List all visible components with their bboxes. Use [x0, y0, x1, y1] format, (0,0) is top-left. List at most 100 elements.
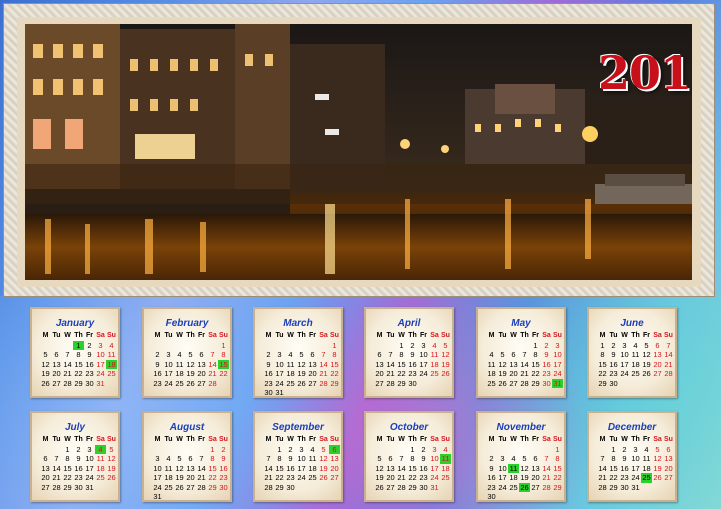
day-cell: 3 [622, 340, 627, 350]
weekday-label: Su [219, 436, 228, 443]
day-cell: 30 [85, 378, 94, 388]
day-cell: 9 [622, 454, 627, 463]
day-cell: 2 [421, 444, 426, 454]
day-cell: 28 [197, 482, 206, 492]
day-cell [374, 445, 385, 455]
day-cell: 12 [642, 350, 651, 359]
weekday-label: Tu [52, 332, 61, 339]
day-cell: 5 [443, 340, 448, 350]
day-cell: 17 [85, 463, 94, 473]
day-cell: 1 [277, 444, 282, 454]
weekday-label: M [599, 332, 606, 339]
weekday-label: Th [297, 436, 306, 443]
day-cell: 7 [65, 350, 70, 359]
day-cell: 3 [98, 340, 103, 350]
day-cell: 6 [329, 444, 340, 454]
day-cell: 20 [52, 369, 61, 378]
day-cell: 18 [631, 359, 640, 369]
weekday-label: Fr [309, 332, 316, 339]
day-cell: 16 [620, 463, 629, 473]
weekday-label: M [42, 436, 49, 443]
day-cell: 30 [609, 378, 618, 388]
day-cell [285, 341, 296, 351]
day-cell: 23 [153, 378, 162, 388]
day-cell [497, 445, 508, 455]
day-cell: 19 [520, 473, 529, 482]
day-cell: 28 [63, 378, 72, 388]
day-cell [385, 341, 396, 351]
day-cell: 2 [410, 340, 415, 350]
day-cell: 30 [74, 482, 83, 492]
day-cell: 26 [498, 378, 507, 388]
day-cell: 1 [65, 444, 70, 454]
day-cell: 21 [52, 473, 61, 482]
day-cell: 27 [41, 482, 50, 492]
day-cell: 14 [664, 350, 673, 359]
day-cell: 1 [555, 444, 560, 454]
day-cell: 16 [609, 359, 618, 369]
day-cell: 19 [375, 473, 384, 482]
day-cell: 27 [664, 473, 673, 482]
day-cell: 7 [522, 350, 527, 359]
month-card-february: February M Tu W Th Fr Sa Su 1 2 3 4 5 6 7 8 9 10 11 12 13 14 1… [142, 307, 232, 398]
weekday-label: Sa [542, 332, 551, 339]
day-cell: 16 [264, 369, 273, 378]
day-cell [207, 341, 218, 351]
day-cell: 16 [408, 359, 417, 369]
day-cell: 4 [633, 340, 638, 350]
day-cell: 23 [264, 378, 273, 388]
weekday-label: M [488, 436, 495, 443]
day-cell: 17 [498, 473, 507, 482]
day-grid: 1 2 3 4 5 6 7 8 9 10 11 12 13 14 15 16 17 18 19 20 21 22 23 24 2… [40, 340, 118, 389]
photo-mat: 2015 [17, 17, 701, 287]
day-cell: 27 [531, 482, 540, 492]
day-cell: 9 [155, 359, 160, 369]
day-cell: 3 [432, 444, 437, 454]
weekday-label: W [287, 436, 294, 443]
day-cell: 3 [555, 340, 560, 350]
day-cell [40, 445, 51, 455]
day-grid: 1 2 3 4 5 6 7 8 9 10 11 12 13 14 15 16 17 18 19 20 21 22 23 24 2… [152, 445, 230, 502]
day-cell: 29 [397, 378, 406, 388]
day-cell: 26 [186, 378, 195, 388]
day-cell: 29 [208, 482, 217, 492]
weekday-label: M [265, 436, 272, 443]
weekday-header: M Tu W Th Fr Sa Su [263, 435, 341, 445]
day-cell: 20 [330, 463, 339, 473]
day-cell [519, 445, 530, 455]
day-cell: 1 [221, 340, 226, 350]
day-cell: 30 [286, 482, 295, 492]
month-name: March [283, 318, 313, 329]
day-cell: 27 [308, 378, 317, 388]
weekday-label: Sa [430, 436, 439, 443]
day-cell: 30 [542, 378, 551, 388]
day-cell [307, 483, 318, 493]
day-cell: 15 [330, 359, 339, 369]
day-cell: 12 [175, 463, 184, 473]
weekday-label: Su [553, 436, 562, 443]
weekday-label: Fr [86, 436, 93, 443]
weekday-label: Tu [498, 436, 507, 443]
day-cell: 11 [642, 454, 651, 463]
day-cell: 6 [511, 350, 516, 359]
day-cell: 18 [286, 369, 295, 378]
day-cell: 9 [611, 350, 616, 359]
day-cell [652, 379, 663, 389]
day-cell: 19 [498, 369, 507, 378]
day-cell: 16 [85, 359, 94, 369]
day-cell: 1 [399, 340, 404, 350]
day-cell [652, 483, 663, 493]
day-cell: 5 [43, 350, 48, 359]
day-grid: 1 2 3 4 5 6 7 8 9 10 11 12 13 14 15 16 17 18 19 20 21 22 23 24 2… [597, 445, 675, 493]
day-cell: 19 [642, 359, 651, 369]
day-cell: 8 [210, 454, 215, 463]
day-cell: 25 [631, 369, 640, 378]
day-cell: 1 [410, 444, 415, 454]
day-cell: 28 [264, 482, 273, 492]
day-cell: 22 [408, 473, 417, 482]
day-cell [519, 492, 530, 502]
day-cell: 22 [275, 473, 284, 482]
weekday-label: W [510, 332, 517, 339]
day-cell: 18 [164, 473, 173, 482]
day-cell [396, 445, 407, 455]
